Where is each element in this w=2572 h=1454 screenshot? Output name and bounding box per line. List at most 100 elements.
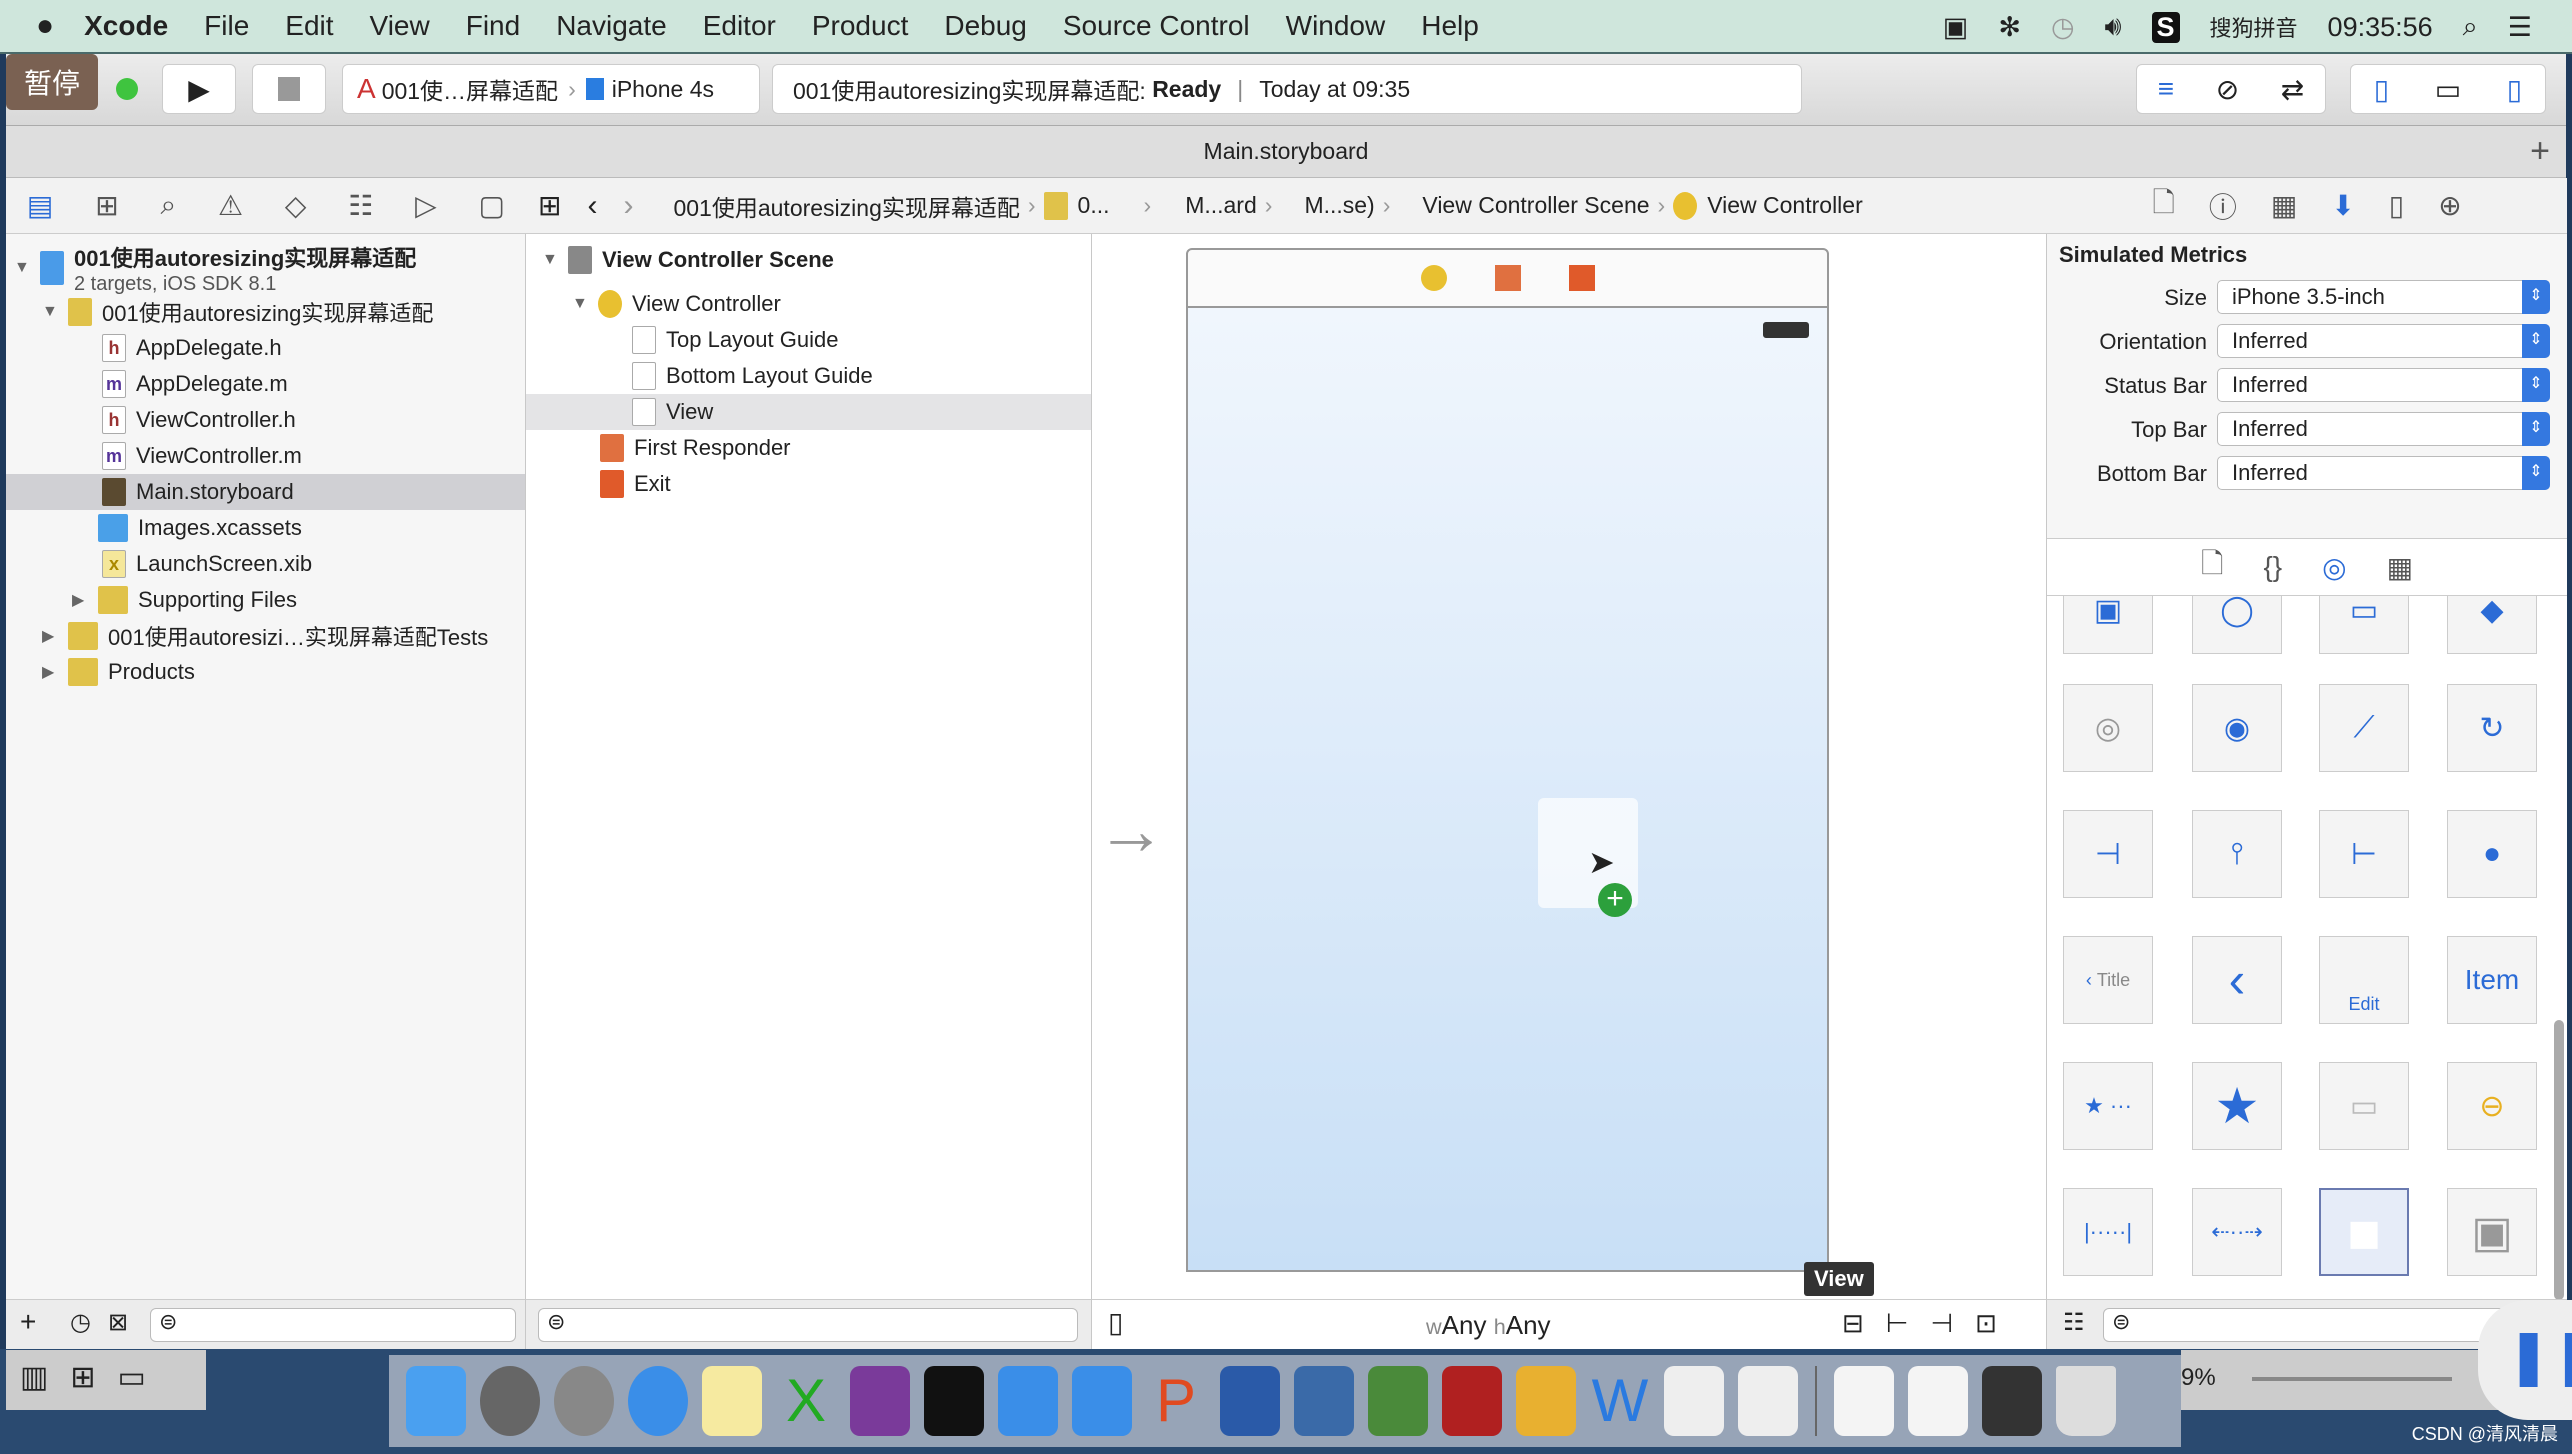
scissors-app-icon[interactable] [1220,1366,1280,1436]
align-icon[interactable]: ⊢ [1886,1308,1931,1338]
sogou-icon[interactable]: S [2151,11,2180,43]
add-icon[interactable]: + [20,1306,36,1338]
file-template-icon[interactable]: 🗋︎ [2201,543,2224,591]
menu-source-control[interactable]: Source Control [1063,10,1250,42]
bar-button-edit[interactable]: Edit [2319,936,2409,1024]
dock-document-icon[interactable] [1834,1366,1894,1436]
terminal-icon[interactable] [924,1366,984,1436]
finder-icon[interactable] [406,1366,466,1436]
input-method[interactable]: 搜狗拼音 [2210,11,2298,43]
filezilla-icon[interactable] [1442,1366,1502,1436]
stack-icon[interactable]: ⊟ [1842,1308,1886,1338]
menu-editor[interactable]: Editor [703,10,776,42]
orientation-popup[interactable]: Inferred ⇕ [2217,324,2550,358]
group-main[interactable]: ▼ 001使用autoresizing实现屏幕适配 [42,294,433,330]
notification-center-icon[interactable]: ☰ [2508,12,2532,43]
outline-bottom-layout-guide[interactable]: Bottom Layout Guide [632,358,873,394]
system-preferences-icon[interactable] [480,1366,540,1436]
debug-navigator-icon[interactable]: ☷ [348,189,373,222]
location-icon[interactable]: ◉ [2192,684,2282,772]
outline-top-layout-guide[interactable]: Top Layout Guide [632,322,838,358]
word-icon[interactable]: W [1590,1366,1650,1436]
library-filter-input[interactable]: ⊜ [2103,1308,2543,1342]
excel-icon[interactable]: X [776,1366,836,1436]
onenote-icon[interactable] [850,1366,910,1436]
compass-icon[interactable]: ◎ [2063,684,2153,772]
jump-project[interactable]: 001使用autoresizing实现屏幕适配 [673,189,1019,223]
file-appdelegate-h[interactable]: h AppDelegate.h [102,330,282,366]
outline-view[interactable]: View [632,394,713,430]
menu-debug[interactable]: Debug [944,10,1027,42]
media-library-icon[interactable]: ▦ [2387,551,2413,584]
bottom-bar-popup[interactable]: Inferred ⇕ [2217,456,2550,490]
identity-inspector-icon[interactable]: ▦ [2271,189,2297,222]
file-viewcontroller-m[interactable]: m ViewController.m [102,438,302,474]
standard-editor-icon[interactable]: ≡ [2158,73,2174,105]
object-library-icon[interactable]: ◎ [2322,551,2346,584]
bluetooth-icon[interactable]: ✻ [1998,12,2021,43]
exit-icon[interactable] [1568,265,1595,291]
file-launchscreen-xib[interactable]: x LaunchScreen.xib [102,546,312,582]
stop-button[interactable] [252,64,326,114]
recent-files-icon[interactable]: ◷ [70,1308,91,1337]
report-navigator-icon[interactable]: ▢ [479,189,505,222]
navigator-filter-input[interactable]: ⊜ [150,1308,516,1342]
view-object-icon[interactable]: ■ [2319,1188,2409,1276]
resolve-icon[interactable]: ⊡ [1975,1308,2019,1338]
group-tests[interactable]: ▶ 001使用autoresizi…实现屏幕适配Tests [42,618,488,654]
menu-help[interactable]: Help [1421,10,1479,42]
jump-storyboard-base[interactable]: M...se) [1304,192,1374,219]
sketch-app-icon[interactable] [1516,1366,1576,1436]
quick-help-icon[interactable]: ⓘ [2209,186,2237,226]
instruments-icon[interactable] [1738,1366,1798,1436]
pinch-gesture-icon[interactable]: ⊣ [2063,810,2153,898]
size-popup[interactable]: iPhone 3.5-inch ⇕ [2217,280,2550,314]
menu-file[interactable]: File [204,10,249,42]
utilities-toggle-icon[interactable]: ▯ [2507,73,2522,106]
tab-bar-item-icon[interactable]: ★ ··· [2063,1062,2153,1150]
size-class-control[interactable]: wAny hAny [1426,1310,1551,1341]
file-appdelegate-m[interactable]: m AppDelegate.m [102,366,288,402]
volume-icon[interactable]: 🔊︎ [2105,11,2122,43]
trash-icon[interactable] [2056,1366,2116,1436]
library-item[interactable]: ▭ [2319,596,2409,654]
video-app-icon[interactable] [1294,1366,1354,1436]
list-view-icon[interactable]: ☷ [2063,1308,2085,1337]
bar-button-item[interactable]: Item [2447,936,2537,1024]
long-press-gesture-icon[interactable]: ⫯ [2192,810,2282,898]
symbol-navigator-icon[interactable]: ⊞ [95,189,118,222]
pin-icon[interactable]: ⊣ [1930,1308,1975,1338]
menu-xcode[interactable]: Xcode [84,10,168,42]
pan-gesture-icon[interactable]: ⟋ [2319,684,2409,772]
recording-pause-button[interactable]: ❚❚ [2478,1300,2572,1420]
time-machine-icon[interactable]: ◷ [2051,12,2075,43]
test-navigator-icon[interactable]: ◇ [285,189,307,222]
jump-storyboard[interactable]: M...ard [1185,192,1257,219]
menu-product[interactable]: Product [812,10,909,42]
menu-find[interactable]: Find [466,10,520,42]
find-navigator-icon[interactable]: ⌕ [160,189,176,222]
menu-window[interactable]: Window [1286,10,1386,42]
notes-icon[interactable] [702,1366,762,1436]
menu-navigate[interactable]: Navigate [556,10,667,42]
file-viewcontroller-h[interactable]: h ViewController.h [102,402,296,438]
library-scrollbar[interactable] [2554,1020,2564,1300]
code-snippet-icon[interactable]: {} [2263,551,2282,583]
launchpad-icon[interactable] [554,1366,614,1436]
group-products[interactable]: ▶ Products [42,654,195,690]
view-controller-icon[interactable] [1420,265,1447,291]
assistant-editor-icon[interactable]: ⊘ [2216,73,2239,106]
screen-record-icon[interactable]: ▣ [1943,12,1969,43]
scm-filter-icon[interactable]: ⊠ [108,1308,128,1337]
search-bar-icon[interactable]: ⊖ [2447,1062,2537,1150]
outline-first-responder[interactable]: First Responder [600,430,791,466]
status-bar-popup[interactable]: Inferred ⇕ [2217,368,2550,402]
add-tab-button[interactable]: + [2530,132,2550,171]
storyboard-canvas[interactable]: + ➤ → View [1092,234,2047,1299]
container-view-icon[interactable]: ▣ [2447,1188,2537,1276]
jump-scene[interactable]: View Controller Scene [1422,192,1649,219]
debug-toggle-icon[interactable]: ▭ [2435,73,2461,106]
breakpoint-navigator-icon[interactable]: ▷ [415,189,437,222]
scheme-selector[interactable]: A 001使…屏幕适配 › iPhone 4s [342,64,760,114]
version-editor-icon[interactable]: ⇄ [2281,73,2304,106]
